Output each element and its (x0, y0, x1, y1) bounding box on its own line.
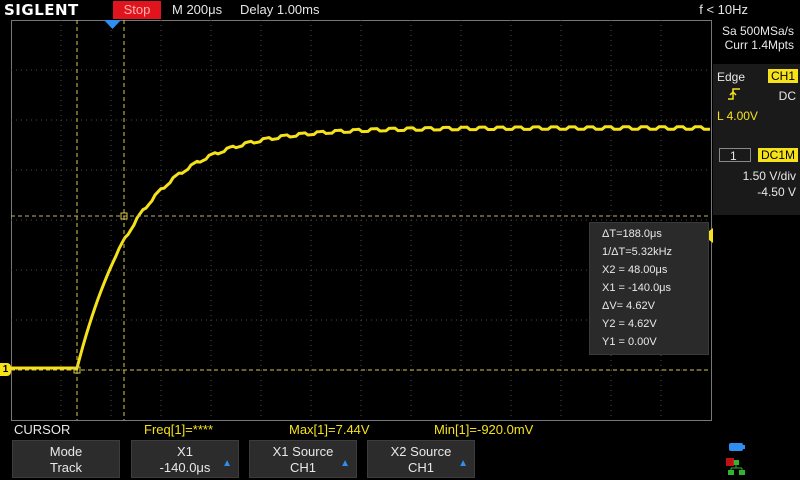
channel-info-box[interactable]: 1 DC1M 1.50 V/div -4.50 V (713, 145, 800, 215)
trigger-coupling: DC (778, 89, 796, 103)
volts-per-div: 1.50 V/div (742, 169, 796, 183)
trigger-info-box[interactable]: Edge CH1 DC L 4.00V (713, 64, 800, 150)
memory-depth-readout: Curr 1.4Mpts (724, 38, 794, 52)
x2-source-softkey[interactable]: X2 Source CH1 ▲ (367, 440, 475, 478)
measurement-status-row: CURSOR Freq[1]=**** Max[1]=7.44V Min[1]=… (0, 421, 712, 439)
freq-measurement: Freq[1]=**** (144, 422, 214, 437)
trigger-source-badge: CH1 (767, 69, 798, 83)
delta-t-readout: ΔT=188.0μs (602, 228, 662, 240)
trigger-level: L 4.00V (717, 109, 758, 123)
ch1-ground-marker[interactable]: 1 (0, 363, 11, 376)
mode-softkey[interactable]: Mode Track (12, 440, 120, 478)
min-measurement: Min[1]=-920.0mV (434, 422, 534, 437)
frequency-counter: f < 10Hz (699, 2, 748, 17)
channel-offset: -4.50 V (757, 185, 796, 199)
y1-readout: Y1 = 0.00V (602, 336, 657, 348)
usb-icon (729, 443, 743, 451)
adjust-up-icon: ▲ (340, 458, 350, 469)
right-info-panel: Sa 500MSa/s Curr 1.4Mpts Edge CH1 DC L 4… (713, 20, 800, 420)
x1-readout: X1 = -140.0μs (602, 282, 672, 294)
trigger-type: Edge (717, 70, 746, 84)
delay-readout: Delay 1.00ms (240, 2, 320, 17)
y2-readout: Y2 = 4.62V (602, 318, 657, 330)
x1-source-softkey[interactable]: X1 Source CH1 ▲ (249, 440, 357, 478)
channel-number: 1 (719, 148, 751, 163)
rising-edge-icon (728, 88, 740, 100)
brand-logo: SIGLENT (4, 1, 79, 19)
x1-softkey[interactable]: X1 -140.0μs ▲ (131, 440, 239, 478)
menu-title: CURSOR (14, 422, 71, 437)
ch1-ground-marker-label: 1 (2, 364, 9, 375)
trigger-position-icon[interactable] (104, 19, 122, 31)
cursor-readout-panel: ΔT=188.0μs 1/ΔT=5.32kHz X2 = 48.00μs X1 … (589, 222, 709, 355)
waveform-svg (11, 20, 712, 421)
mode-softkey-value: Track (49, 460, 83, 475)
adjust-up-icon: ▲ (458, 458, 468, 469)
channel-coupling-badge: DC1M (757, 148, 798, 162)
softkey-menu: Mode Track X1 -140.0μs ▲ X1 Source CH1 ▲… (0, 440, 800, 480)
delta-v-readout: ΔV= 4.62V (602, 300, 655, 312)
x2-readout: X2 = 48.00μs (602, 264, 668, 276)
sample-rate-readout: Sa 500MSa/s (721, 24, 794, 38)
adjust-up-icon: ▲ (222, 458, 232, 469)
timebase-readout: M 200μs (172, 2, 223, 17)
run-stop-badge[interactable]: Stop (113, 1, 161, 19)
top-status-bar: SIGLENT Stop M 200μs Delay 1.00ms f < 10… (0, 0, 800, 20)
inverse-delta-t-readout: 1/ΔT=5.32kHz (602, 246, 673, 258)
mode-softkey-label: Mode (49, 444, 83, 459)
waveform-display[interactable] (11, 20, 712, 421)
system-status-icons (726, 443, 745, 475)
max-measurement: Max[1]=7.44V (289, 422, 370, 437)
